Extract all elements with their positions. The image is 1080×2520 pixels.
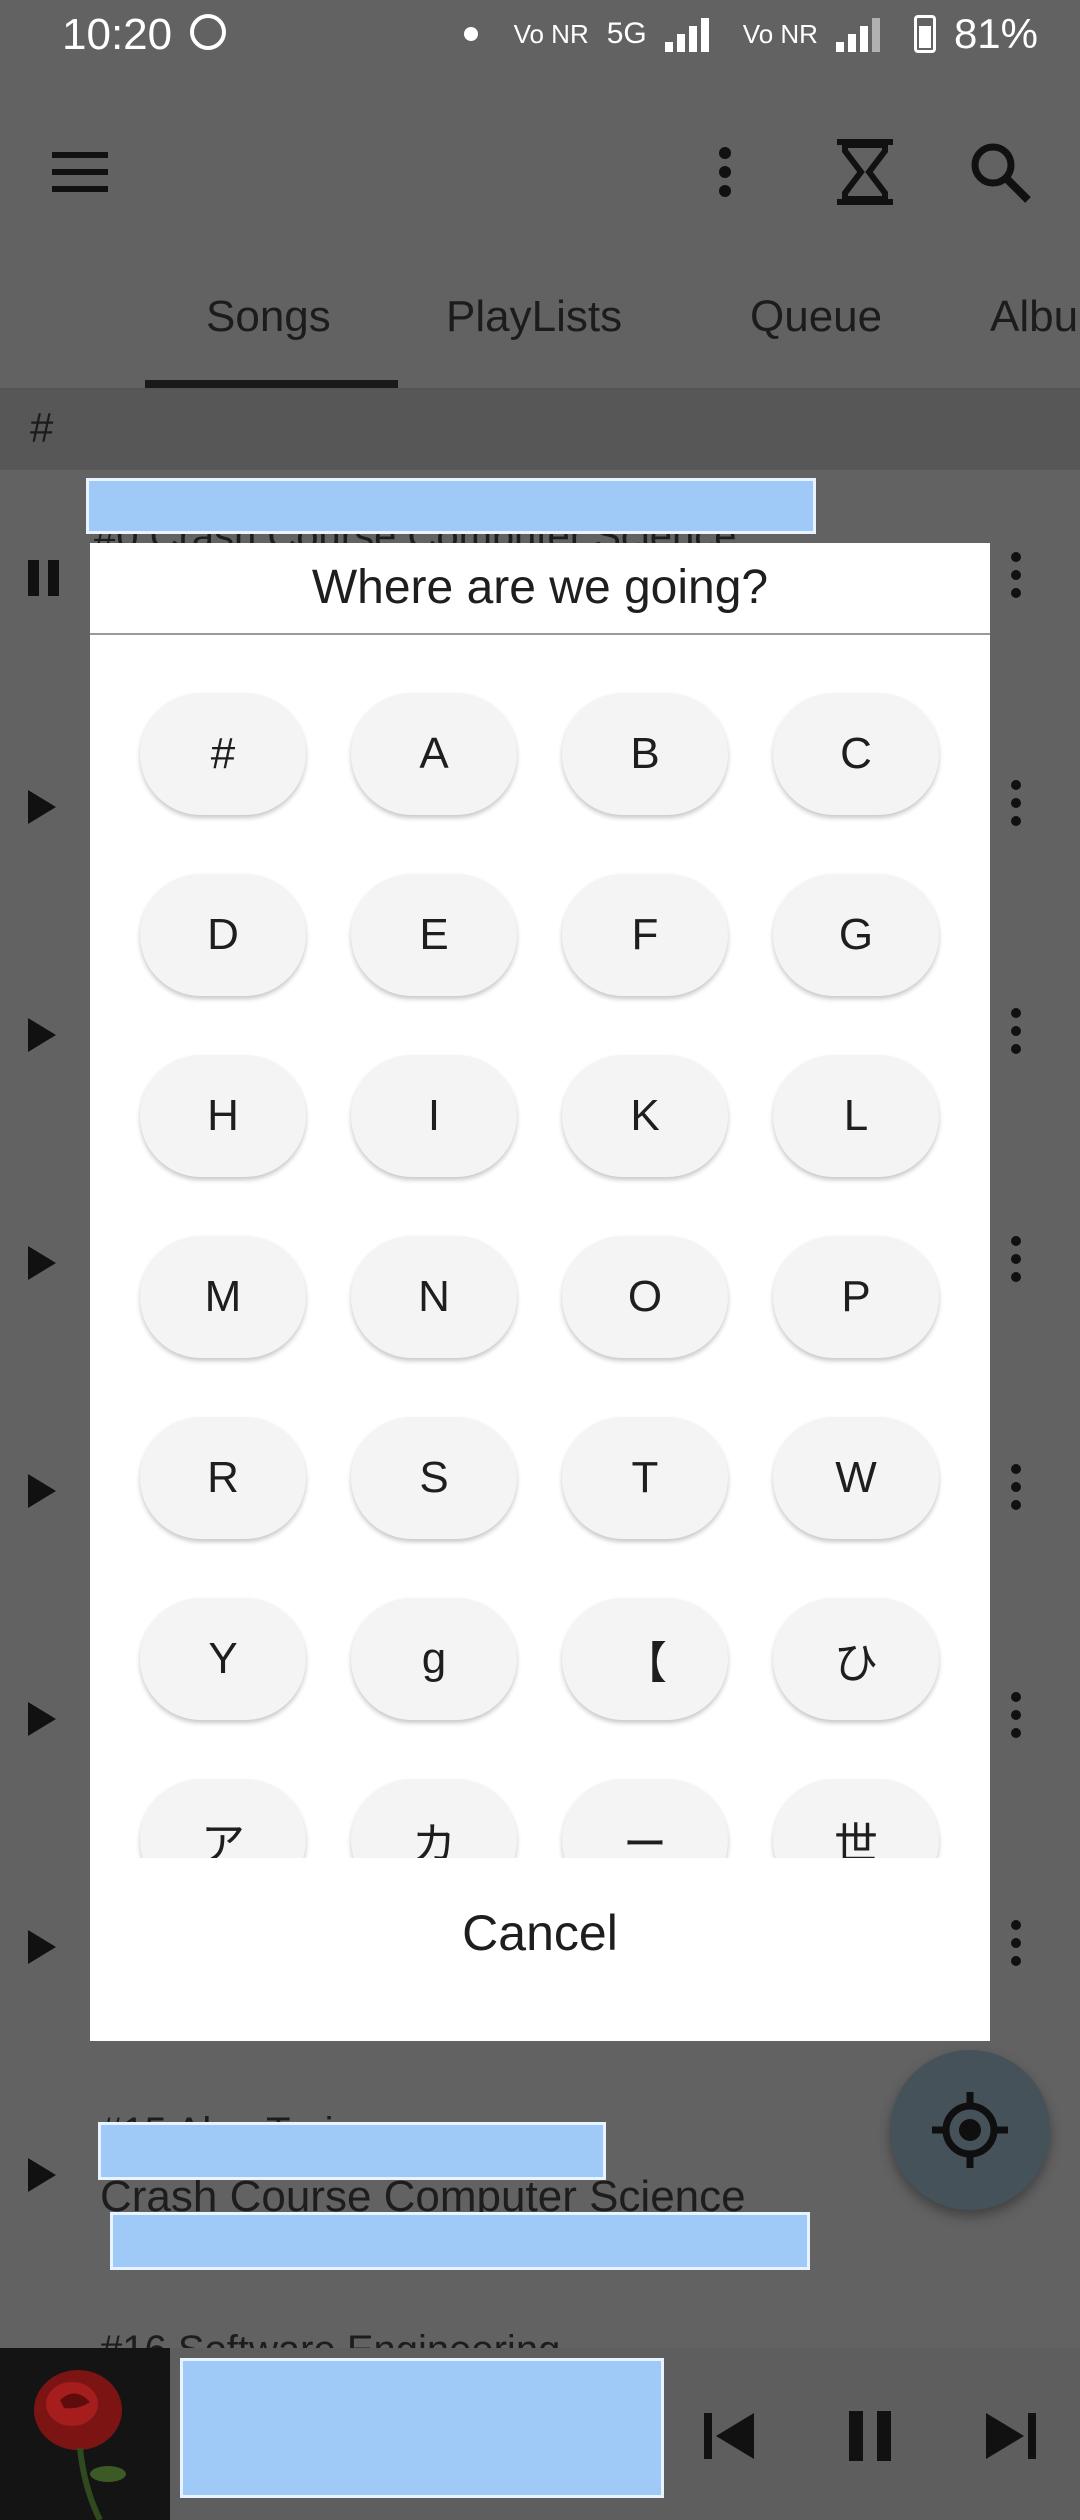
letter-button[interactable]: E <box>351 874 517 996</box>
letter-button[interactable]: Y <box>140 1598 306 1720</box>
more-vert-icon[interactable] <box>1006 1464 1026 1520</box>
letter-button[interactable]: N <box>351 1236 517 1358</box>
letter-button[interactable]: ひ <box>773 1598 939 1720</box>
letter-button[interactable]: g <box>351 1598 517 1720</box>
song-title: #16 Software Engineering <box>100 2328 560 2348</box>
tab-bar: Songs PlayLists Queue Albu <box>0 262 1080 390</box>
tab-playlists[interactable]: PlayLists <box>446 292 622 342</box>
section-header-label: # <box>30 404 54 451</box>
letter-button[interactable]: D <box>140 874 306 996</box>
letter-button[interactable]: I <box>351 1055 517 1177</box>
play-icon[interactable] <box>28 1702 56 1736</box>
play-icon[interactable] <box>28 1930 56 1964</box>
letter-button[interactable]: 【 <box>562 1598 728 1720</box>
dialog-title: Where are we going? <box>90 543 990 635</box>
play-icon[interactable] <box>28 2158 56 2192</box>
skip-next-icon[interactable] <box>970 2396 1050 2476</box>
letter-button[interactable]: G <box>773 874 939 996</box>
jump-to-letter-dialog: Where are we going? # A B C D E F G H I K L M N O P R S T W… <box>90 543 990 2041</box>
letter-button[interactable]: カ <box>351 1779 517 1858</box>
section-header: # <box>0 390 1080 470</box>
more-vert-icon[interactable] <box>1006 552 1026 608</box>
letter-button[interactable]: # <box>140 693 306 815</box>
more-vert-icon[interactable] <box>1006 780 1026 836</box>
play-icon[interactable] <box>28 1474 56 1508</box>
status-indicators: Vo NR 5G Vo NR 81% <box>463 10 1038 58</box>
status-time: 10:20 <box>62 10 173 59</box>
redacted-title <box>98 2122 606 2180</box>
signal-icon <box>664 16 725 52</box>
more-vert-icon[interactable] <box>1006 1236 1026 1292</box>
battery-icon <box>913 15 936 53</box>
mini-player[interactable] <box>0 2348 1080 2520</box>
letter-button[interactable]: P <box>773 1236 939 1358</box>
skip-previous-icon[interactable] <box>690 2396 770 2476</box>
5g-label: 5G <box>606 17 647 50</box>
search-icon[interactable] <box>955 127 1045 217</box>
letter-button[interactable]: C <box>773 693 939 815</box>
play-icon[interactable] <box>28 790 56 824</box>
letter-button[interactable]: 世 <box>773 1779 939 1858</box>
list-item[interactable]: #16 Software Engineering <box>0 2288 1080 2348</box>
play-icon[interactable] <box>28 1246 56 1280</box>
letter-button[interactable]: M <box>140 1236 306 1358</box>
tab-queue[interactable]: Queue <box>750 292 882 342</box>
letter-button[interactable]: H <box>140 1055 306 1177</box>
pause-icon[interactable] <box>26 560 64 596</box>
tab-songs[interactable]: Songs <box>206 292 331 342</box>
volte-label-2: Vo NR <box>742 19 818 49</box>
redacted-now-playing <box>180 2358 664 2498</box>
letter-button[interactable]: A <box>351 693 517 815</box>
letter-button[interactable]: W <box>773 1417 939 1539</box>
volte-label: Vo NR <box>513 19 589 49</box>
notification-dot-icon <box>463 27 478 41</box>
play-icon[interactable] <box>28 1018 56 1052</box>
crosshair-icon <box>932 2092 1008 2168</box>
status-bar: 10:20 Vo NR 5G Vo NR 81% <box>0 0 1080 72</box>
letter-button[interactable]: T <box>562 1417 728 1539</box>
locate-fab[interactable] <box>890 2050 1050 2210</box>
letter-button[interactable]: ー <box>562 1779 728 1858</box>
letter-grid[interactable]: # A B C D E F G H I K L M N O P R S T W Yg 【ひアカー世 <box>90 635 990 1858</box>
pause-icon[interactable] <box>830 2396 910 2476</box>
letter-button[interactable]: R <box>140 1417 306 1539</box>
battery-level: 81% <box>953 10 1038 57</box>
album-art[interactable] <box>0 2348 170 2520</box>
signal-icon-2 <box>835 16 896 52</box>
more-vert-icon[interactable] <box>1006 1008 1026 1064</box>
letter-button[interactable]: S <box>351 1417 517 1539</box>
app-bar <box>0 72 1080 242</box>
more-vert-icon[interactable] <box>690 132 760 212</box>
cancel-button[interactable]: Cancel <box>90 1873 990 1993</box>
more-vert-icon[interactable] <box>1006 1692 1026 1748</box>
redacted-artist <box>110 2212 810 2270</box>
letter-button[interactable]: K <box>562 1055 728 1177</box>
more-vert-icon[interactable] <box>1006 1920 1026 1976</box>
letter-button[interactable]: ア <box>140 1779 306 1858</box>
letter-button[interactable]: B <box>562 693 728 815</box>
letter-button[interactable]: L <box>773 1055 939 1177</box>
tab-albums[interactable]: Albu <box>990 292 1078 342</box>
hourglass-icon[interactable] <box>820 127 910 217</box>
cat-notification-icon <box>190 14 226 50</box>
active-tab-indicator <box>145 380 398 388</box>
letter-button[interactable]: O <box>562 1236 728 1358</box>
letter-button[interactable]: F <box>562 874 728 996</box>
redacted-title <box>86 478 816 534</box>
menu-icon[interactable] <box>40 132 120 212</box>
